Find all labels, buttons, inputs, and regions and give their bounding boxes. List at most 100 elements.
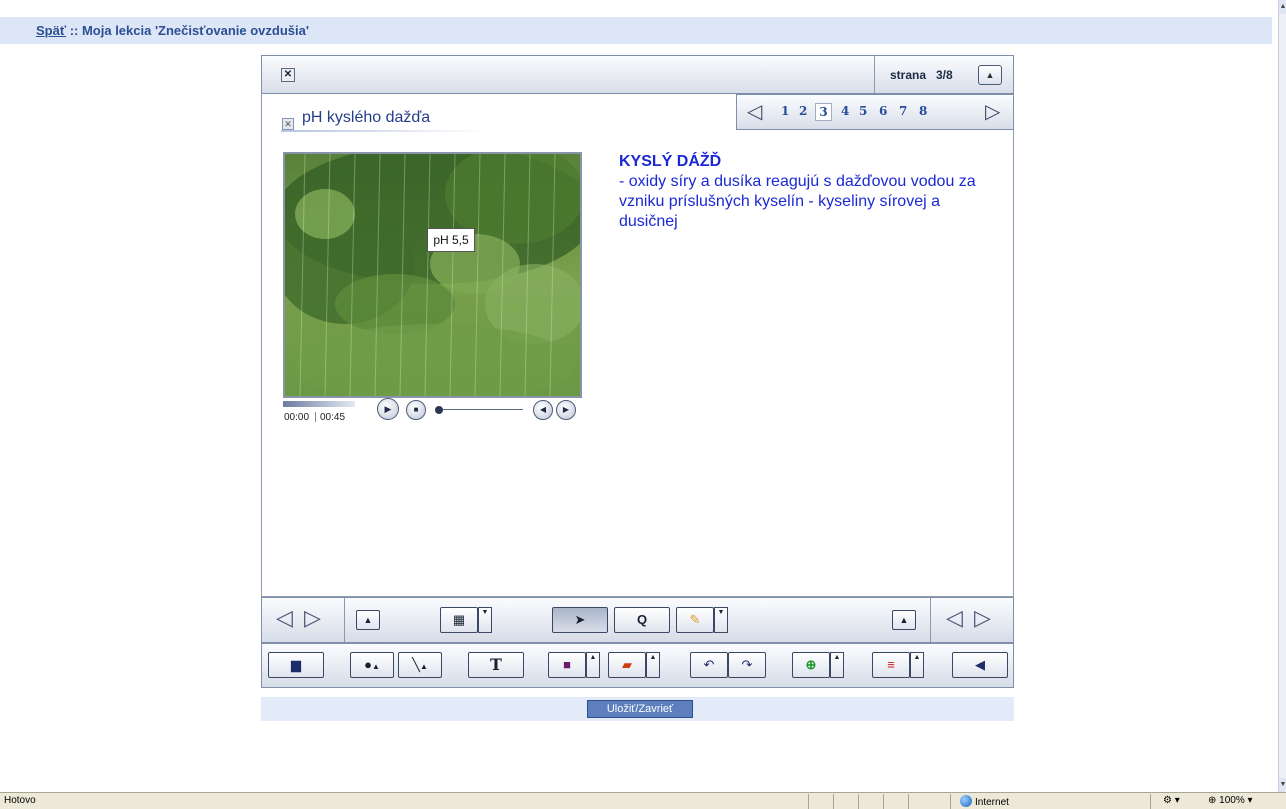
ph-tooltip: pH 5,5 [427, 228, 475, 252]
video-current-time: 00:00 [284, 412, 310, 423]
page-count: 3/8 [936, 68, 953, 82]
protected-mode-icon[interactable]: ⚙ ▾ [1163, 795, 1180, 806]
title-separator: :: [66, 23, 82, 38]
undo-button[interactable]: ↶ [690, 652, 728, 678]
line-button[interactable]: ╲▲ [398, 652, 442, 678]
navigation-toolbar: ◁ ▷ ▲ ▦ ▼ ➤ Q ✎ ▼ ▲ ◁ ▷ [261, 597, 1014, 643]
pointer-button[interactable]: ➤ [552, 607, 608, 633]
rectangle-button[interactable]: ■ [548, 652, 586, 678]
next-page-icon[interactable]: ▷ [985, 101, 1000, 123]
highlighter-icon: ✎ [689, 612, 701, 627]
scroll-up-icon[interactable]: ▲ [1279, 0, 1286, 14]
zone-label: Internet [975, 797, 1009, 808]
slide-text-heading: KYSLÝ DÁŽĎ [619, 153, 722, 170]
right-triangle-icon[interactable]: ▷ [974, 606, 991, 630]
video-player[interactable]: pH 5,5 [283, 152, 582, 398]
title-underline [281, 130, 486, 132]
status-cell [858, 794, 859, 809]
page-link-current[interactable]: 3 [815, 103, 832, 121]
magnifier-button[interactable]: Q [614, 607, 670, 633]
redo-button[interactable]: ↷ [728, 652, 766, 678]
speaker-button[interactable]: ◀ [952, 652, 1008, 678]
calculator-dropdown[interactable]: ▼ [478, 607, 492, 633]
page-link-5[interactable]: 5 [859, 104, 867, 118]
magnifier-icon: Q [636, 612, 648, 627]
status-cell [833, 794, 834, 809]
drawing-toolbar: ▆ ●▲ ╲▲ T ■ ▲ ▰ ▲ ↶ ↷ ⊕ ▲ ≡ ▲ ◀ [261, 643, 1014, 688]
presentation-button[interactable]: ▆ [268, 652, 324, 678]
divider [344, 598, 345, 642]
status-bar: Hotovo Internet ⚙ ▾ ⊕ 100% ▾ [0, 792, 1286, 809]
rectangle-icon: ■ [563, 657, 571, 672]
divider [874, 56, 875, 93]
up-triangle-icon: ▲ [363, 615, 373, 625]
text-tool-button[interactable]: T [468, 652, 524, 678]
lesson-title: Moja lekcia 'Znečisťovanie ovzdušia' [81, 23, 309, 38]
slider-knob[interactable] [435, 406, 443, 414]
step-back-icon[interactable]: ◀ [533, 400, 553, 420]
page-link-2[interactable]: 2 [799, 104, 807, 118]
left-triangle-icon[interactable]: ◁ [946, 606, 963, 630]
eraser-dropdown[interactable]: ▲ [646, 652, 660, 678]
globe-icon [960, 795, 972, 807]
highlighter-dropdown[interactable]: ▼ [714, 607, 728, 633]
slide-text-body: - oxidy síry a dusíka reagujú s dažďovou… [619, 173, 976, 230]
slide-text: KYSLÝ DÁŽĎ - oxidy síry a dusíka reagujú… [619, 152, 999, 232]
rectangle-dropdown[interactable]: ▲ [586, 652, 600, 678]
lesson-topbar: Späť :: Moja lekcia 'Znečisťovanie ovzdu… [0, 17, 1272, 44]
zoom-dropdown[interactable]: ▲ [830, 652, 844, 678]
time-divider [315, 412, 316, 422]
play-icon[interactable]: ▶ [377, 398, 399, 420]
step-forward-icon[interactable]: ▶ [556, 400, 576, 420]
right-triangle-icon[interactable]: ▷ [304, 606, 321, 630]
page-label: strana [890, 68, 927, 82]
zoom-in-button[interactable]: ⊕ [792, 652, 830, 678]
volume-slider[interactable] [438, 409, 523, 410]
prev-page-icon[interactable]: ◁ [747, 101, 762, 123]
ink-drop-icon: ● [364, 657, 372, 672]
zoom-control[interactable]: ⊕ 100% ▾ [1208, 795, 1253, 806]
video-progress-bar[interactable] [283, 401, 355, 407]
lesson-player: ✕ strana 3/8 ▲ ◁ 1 2 3 4 5 6 7 8 ▷ ✕ pH … [261, 55, 1014, 688]
status-cell [908, 794, 909, 809]
page-link-6[interactable]: 6 [879, 104, 887, 118]
zoom-in-icon: ⊕ [805, 657, 817, 672]
slide-close-icon[interactable]: ✕ [282, 118, 294, 130]
left-triangle-icon[interactable]: ◁ [276, 606, 293, 630]
line-icon: ╲ [412, 657, 420, 672]
calculator-icon: ▦ [452, 612, 466, 627]
eraser-button[interactable]: ▰ [608, 652, 646, 678]
list-dropdown[interactable]: ▲ [910, 652, 924, 678]
zoom-level: 100% [1219, 795, 1245, 806]
save-close-button[interactable]: Uložiť/Zavrieť [587, 700, 693, 718]
toolbar-expand-button[interactable]: ▲ [892, 610, 916, 630]
vertical-scrollbar[interactable]: ▲ ▼ [1278, 0, 1286, 792]
undo-icon: ↶ [703, 657, 715, 672]
page-link-1[interactable]: 1 [781, 104, 789, 118]
list-add-button[interactable]: ≡ [872, 652, 910, 678]
up-triangle-icon: ▲ [985, 70, 995, 80]
slide-title: pH kyslého dažďa [302, 109, 431, 126]
page-link-8[interactable]: 8 [919, 104, 927, 118]
collapse-button[interactable]: ▲ [978, 65, 1002, 85]
status-cell [950, 794, 951, 809]
back-link[interactable]: Späť [36, 23, 66, 38]
highlighter-button[interactable]: ✎ [676, 607, 714, 633]
ink-drop-button[interactable]: ●▲ [350, 652, 394, 678]
page-link-4[interactable]: 4 [841, 104, 849, 118]
rain-leaves-image [285, 154, 580, 396]
redo-icon: ↷ [741, 657, 753, 672]
security-zone: Internet [960, 795, 1009, 808]
close-box-icon[interactable]: ✕ [281, 68, 295, 82]
scroll-down-icon[interactable]: ▼ [1279, 778, 1286, 792]
save-bar: Uložiť/Zavrieť [261, 697, 1014, 721]
status-cell [808, 794, 809, 809]
divider [930, 598, 931, 642]
pointer-icon: ➤ [574, 612, 586, 627]
status-cell [883, 794, 884, 809]
toolbar-collapse-button[interactable]: ▲ [356, 610, 380, 630]
video-total-time: 00:45 [320, 412, 346, 423]
stop-icon[interactable]: ■ [406, 400, 426, 420]
calculator-button[interactable]: ▦ [440, 607, 478, 633]
page-link-7[interactable]: 7 [899, 104, 907, 118]
